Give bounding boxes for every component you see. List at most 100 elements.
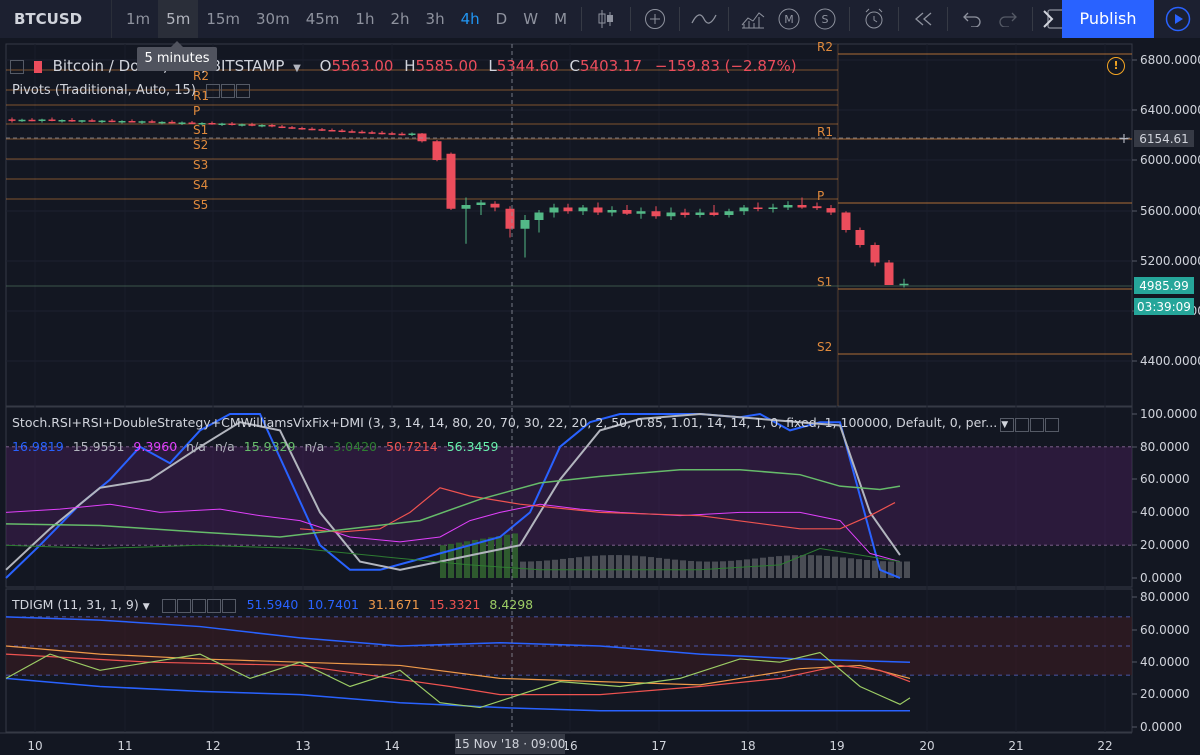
vix-histogram-bar bbox=[576, 557, 582, 578]
candle-body bbox=[268, 125, 276, 127]
redo-icon[interactable] bbox=[990, 0, 1026, 38]
stoch-value: 15.9551 bbox=[72, 439, 125, 454]
interval-15m[interactable]: 15m bbox=[198, 0, 248, 38]
m-icon[interactable]: M bbox=[771, 0, 807, 38]
time-tick-label: 13 bbox=[295, 739, 310, 753]
vix-histogram-bar bbox=[776, 556, 782, 578]
candle-body bbox=[607, 210, 617, 213]
settings-icon[interactable] bbox=[176, 598, 191, 613]
vix-histogram-bar bbox=[656, 557, 662, 578]
collapse-legend-icon[interactable] bbox=[10, 59, 24, 74]
dropdown-caret-icon[interactable]: ▼ bbox=[293, 63, 301, 74]
close-icon[interactable] bbox=[1045, 417, 1059, 432]
interval-3h[interactable]: 3h bbox=[418, 0, 453, 38]
candle-body bbox=[38, 119, 46, 121]
vix-histogram-bar bbox=[552, 559, 558, 578]
candles-chart-type-icon[interactable] bbox=[588, 0, 624, 38]
vix-histogram-bar bbox=[680, 560, 686, 578]
tdigm-tick-label: 20.0000 bbox=[1140, 687, 1190, 701]
toolbar-divider bbox=[947, 7, 949, 31]
vix-histogram-bar bbox=[472, 539, 478, 578]
chart-canvas[interactable]: R2R1PS1S2S3S4S5R2R1PS1S2 6800.00006400.0… bbox=[0, 38, 1200, 755]
more-icon[interactable] bbox=[206, 598, 221, 613]
settings-icon[interactable] bbox=[1015, 417, 1029, 432]
tdigm-legend-title: TDIGM (11, 31, 1, 9) bbox=[12, 597, 139, 612]
indicators-icon[interactable] bbox=[686, 0, 722, 38]
vix-histogram-bar bbox=[736, 560, 742, 578]
publish-button[interactable]: Publish bbox=[1062, 0, 1154, 38]
undo-icon[interactable] bbox=[954, 0, 990, 38]
candle-body bbox=[490, 203, 500, 208]
pivot-label: S3 bbox=[193, 158, 208, 172]
interval-W[interactable]: W bbox=[515, 0, 546, 38]
vix-histogram-bar bbox=[728, 560, 734, 578]
chevron-right-icon[interactable] bbox=[1030, 0, 1066, 38]
vix-histogram-bar bbox=[864, 559, 870, 578]
vix-histogram-bar bbox=[624, 555, 630, 578]
alert-icon[interactable]: ! bbox=[1107, 57, 1125, 75]
tdigm-value: 10.7401 bbox=[307, 597, 359, 612]
close-icon[interactable] bbox=[236, 83, 251, 98]
svg-text:S: S bbox=[822, 13, 829, 26]
tdigm-value: 51.5940 bbox=[246, 597, 299, 612]
crosshair-plus-icon: + bbox=[1118, 131, 1130, 147]
candle-body bbox=[18, 119, 26, 122]
price-tick-label: 6800.0000 bbox=[1140, 53, 1200, 67]
vix-histogram-bar bbox=[616, 555, 622, 578]
close-icon[interactable] bbox=[221, 598, 236, 613]
settings-icon[interactable] bbox=[221, 83, 236, 98]
add-indicator-icon[interactable] bbox=[637, 0, 673, 38]
interval-45m[interactable]: 45m bbox=[298, 0, 348, 38]
s-icon[interactable]: S bbox=[807, 0, 843, 38]
candle-body bbox=[622, 210, 632, 214]
candle-body bbox=[417, 133, 427, 142]
vix-histogram-bar bbox=[752, 558, 758, 578]
pivot-label: S1 bbox=[193, 123, 208, 137]
candle-body bbox=[520, 220, 530, 229]
candle-body bbox=[188, 122, 196, 124]
pivot-label: S5 bbox=[193, 198, 208, 212]
candle-body bbox=[870, 245, 880, 263]
candle-body bbox=[158, 121, 166, 124]
vix-histogram-bar bbox=[480, 538, 486, 578]
interval-5m[interactable]: 5m bbox=[158, 0, 199, 38]
replay-icon[interactable] bbox=[905, 0, 941, 38]
source-code-icon[interactable] bbox=[191, 598, 206, 613]
stoch-tick-label: 0.0000 bbox=[1140, 571, 1182, 585]
eye-icon[interactable] bbox=[1000, 417, 1014, 432]
alert-clock-icon[interactable] bbox=[856, 0, 892, 38]
pivot-label: P bbox=[193, 104, 200, 118]
symbol-search[interactable]: BTCUSD bbox=[0, 0, 112, 38]
flag-icon[interactable] bbox=[33, 60, 42, 73]
candle-body bbox=[505, 208, 515, 229]
interval-2h[interactable]: 2h bbox=[382, 0, 417, 38]
dropdown-caret-icon[interactable]: ▼ bbox=[143, 602, 150, 612]
pivot-label: S2 bbox=[817, 340, 832, 354]
tdigm-tick-label: 0.0000 bbox=[1140, 720, 1182, 734]
interval-D[interactable]: D bbox=[488, 0, 516, 38]
vix-histogram-bar bbox=[848, 558, 854, 578]
vix-histogram-bar bbox=[768, 556, 774, 578]
stoch-tick-label: 60.0000 bbox=[1140, 472, 1190, 486]
toolbar-divider bbox=[849, 7, 851, 31]
source-code-icon[interactable] bbox=[1030, 417, 1044, 432]
time-tick-label: 12 bbox=[205, 739, 220, 753]
compare-icon[interactable] bbox=[735, 0, 771, 38]
candle-body bbox=[388, 133, 396, 135]
interval-1m[interactable]: 1m bbox=[118, 0, 158, 38]
play-icon[interactable] bbox=[1156, 0, 1200, 38]
interval-30m[interactable]: 30m bbox=[248, 0, 298, 38]
stoch-tick-label: 100.0000 bbox=[1140, 407, 1197, 421]
tdigm-tick-label: 40.0000 bbox=[1140, 655, 1190, 669]
pivot-label: S4 bbox=[193, 178, 208, 192]
eye-icon[interactable] bbox=[206, 83, 221, 98]
interval-tooltip: 5 minutes bbox=[137, 41, 217, 71]
interval-M[interactable]: M bbox=[546, 0, 575, 38]
high-value: 5585.00 bbox=[415, 57, 478, 75]
eye-icon[interactable] bbox=[161, 598, 176, 613]
vix-histogram-bar bbox=[608, 555, 614, 578]
interval-1h[interactable]: 1h bbox=[347, 0, 382, 38]
interval-4h[interactable]: 4h bbox=[453, 0, 488, 38]
pivot-label: S1 bbox=[817, 275, 832, 289]
vix-histogram-bar bbox=[856, 559, 862, 578]
